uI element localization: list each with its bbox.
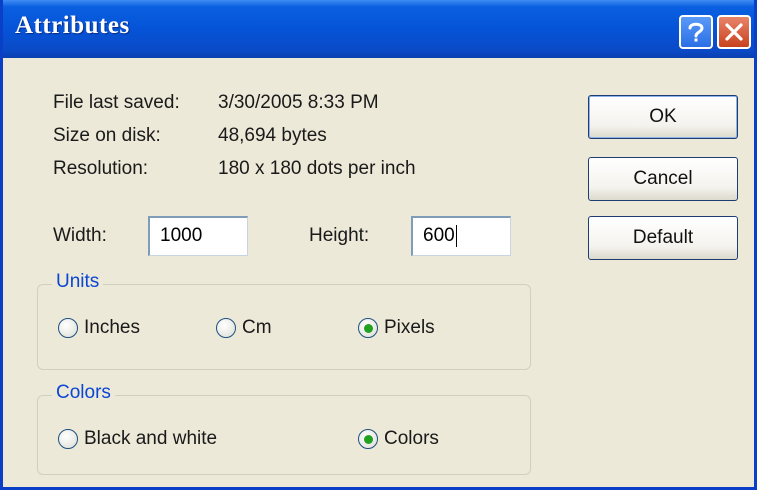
colors-radio-colors-label: Colors xyxy=(384,428,439,449)
units-radio-inches-label: Inches xyxy=(84,317,140,338)
units-group-title: Units xyxy=(52,271,104,293)
size-on-disk-value: 48,694 bytes xyxy=(218,125,327,146)
height-input-value: 600 xyxy=(423,225,455,246)
radio-selected-dot xyxy=(363,323,373,333)
units-group: Units Inches Cm Pixels xyxy=(37,271,531,370)
dialog-title: Attributes xyxy=(15,12,130,39)
attributes-dialog: Attributes File last saved: 3/30/2005 8:… xyxy=(0,0,757,490)
units-radio-inches[interactable]: Inches xyxy=(58,317,140,339)
colors-radio-black-and-white[interactable]: Black and white xyxy=(58,428,217,450)
radio-unchecked-icon xyxy=(58,429,78,449)
ok-button[interactable]: OK xyxy=(588,95,738,139)
units-radio-pixels[interactable]: Pixels xyxy=(358,317,435,339)
radio-checked-icon xyxy=(358,429,378,449)
radio-unchecked-icon xyxy=(216,318,236,338)
width-label: Width: xyxy=(53,225,107,246)
close-x-icon xyxy=(724,22,744,42)
help-question-icon xyxy=(687,21,705,43)
close-button[interactable] xyxy=(717,15,751,49)
colors-group-title: Colors xyxy=(52,382,115,404)
radio-unchecked-icon xyxy=(58,318,78,338)
size-on-disk-label: Size on disk: xyxy=(53,125,161,146)
colors-group: Colors Black and white Colors xyxy=(37,382,531,475)
text-caret xyxy=(455,224,457,247)
help-button[interactable] xyxy=(679,15,713,49)
resolution-value: 180 x 180 dots per inch xyxy=(218,158,416,179)
height-label: Height: xyxy=(309,225,370,246)
colors-radio-black-and-white-label: Black and white xyxy=(84,428,218,449)
file-last-saved-label: File last saved: xyxy=(53,92,180,113)
colors-radio-colors[interactable]: Colors xyxy=(358,428,439,450)
cancel-button[interactable]: Cancel xyxy=(588,157,738,201)
height-input[interactable]: 600 xyxy=(411,216,511,256)
width-input[interactable]: 1000 xyxy=(148,216,248,256)
units-radio-cm[interactable]: Cm xyxy=(216,317,272,339)
radio-checked-icon xyxy=(358,318,378,338)
radio-selected-dot xyxy=(363,434,373,444)
resolution-label: Resolution: xyxy=(53,158,149,179)
file-last-saved-value: 3/30/2005 8:33 PM xyxy=(218,92,379,113)
title-bar[interactable]: Attributes xyxy=(3,0,754,58)
width-input-value: 1000 xyxy=(160,225,203,246)
default-button[interactable]: Default xyxy=(588,216,738,260)
units-radio-pixels-label: Pixels xyxy=(384,317,435,338)
units-radio-cm-label: Cm xyxy=(242,317,272,338)
